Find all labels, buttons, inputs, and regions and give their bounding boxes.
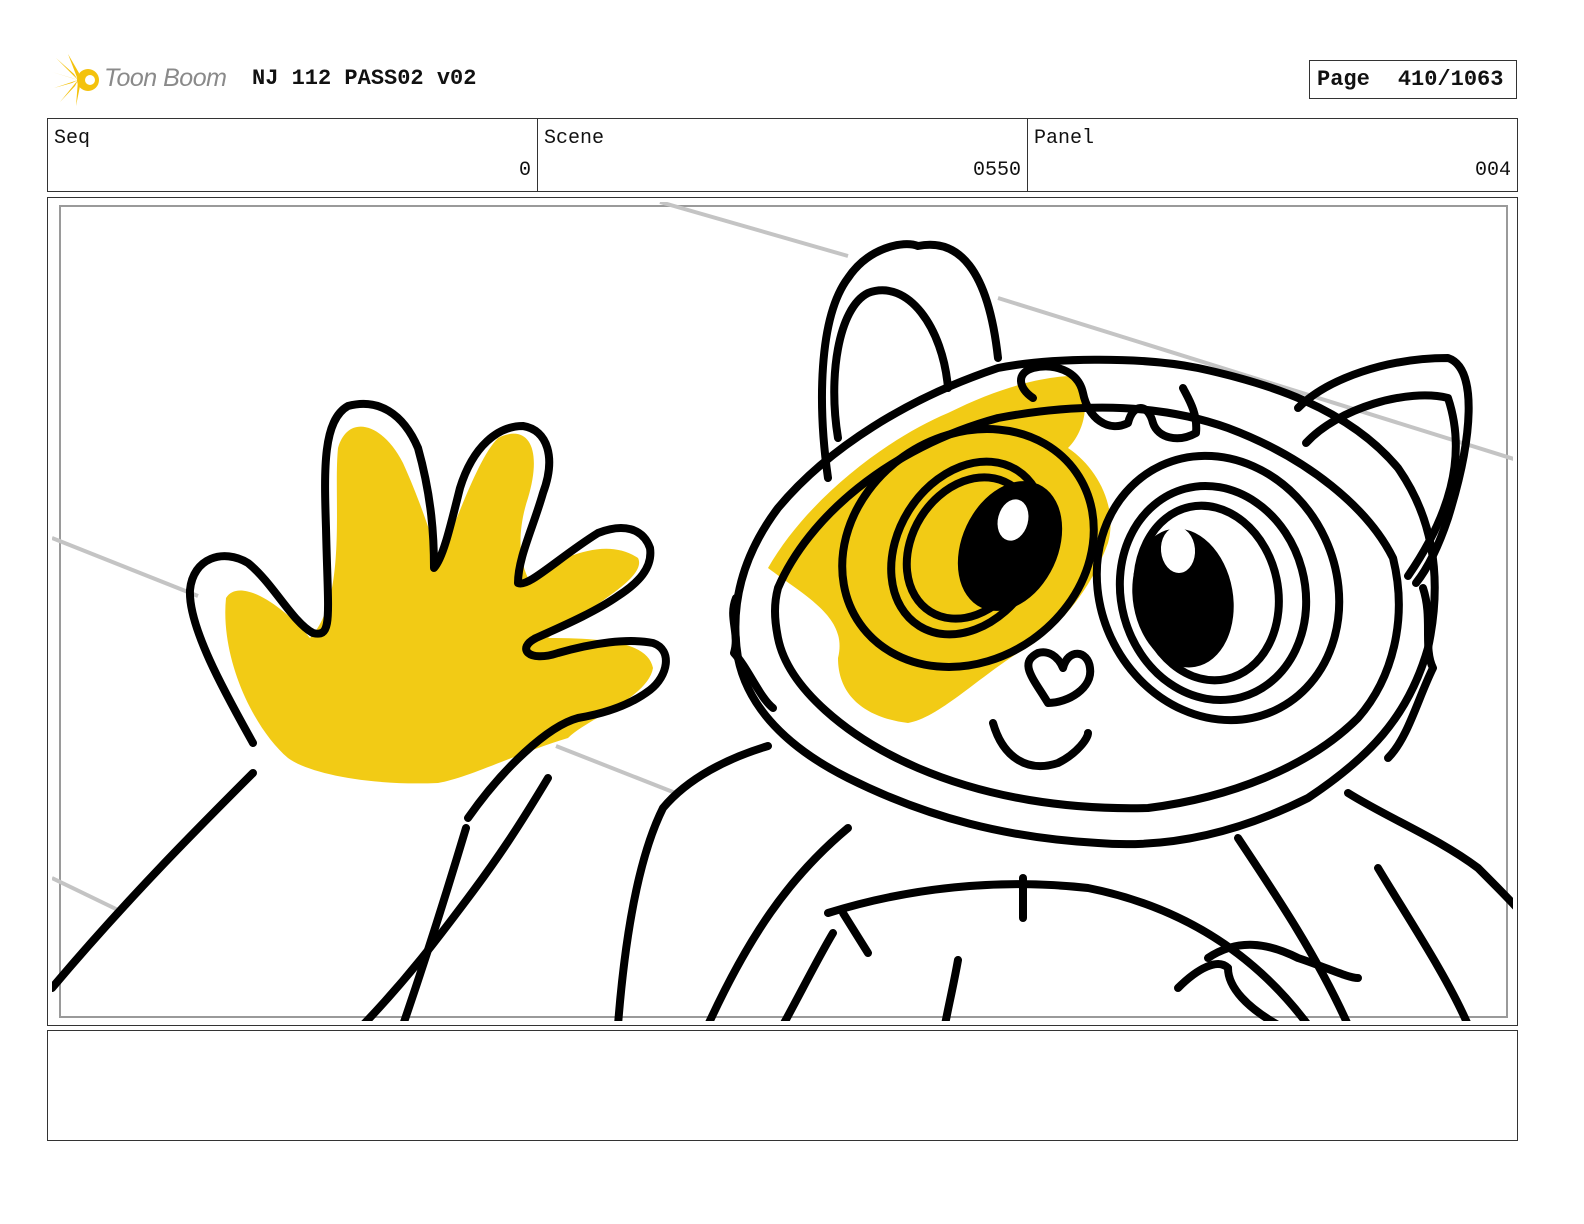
scene-cell: Scene 0550 (538, 119, 1028, 191)
info-row: Seq 0 Scene 0550 Panel 004 (47, 118, 1518, 192)
panel-notes (47, 1030, 1518, 1141)
seq-label: Seq (54, 127, 91, 150)
seq-cell: Seq 0 (48, 119, 538, 191)
document-title: NJ 112 PASS02 v02 (252, 66, 477, 91)
page-indicator: Page 410/1063 (1309, 60, 1517, 99)
scene-value: 0550 (972, 159, 1021, 182)
seq-value: 0 (518, 159, 531, 182)
toon-boom-logo: Toon Boom (50, 52, 240, 108)
panel-cell: Panel 004 (1028, 119, 1517, 191)
raccoon-waving-sketch-icon (52, 202, 1513, 1021)
toon-boom-burst-icon (52, 54, 99, 106)
panel-value: 004 (1474, 159, 1511, 182)
page-number: 410/1063 (1397, 67, 1504, 92)
panel-label: Panel (1034, 127, 1095, 150)
page-label: Page (1317, 67, 1370, 92)
scene-label: Scene (544, 127, 605, 150)
logo-text: Toon Boom (104, 64, 227, 92)
storyboard-panel (47, 197, 1518, 1026)
